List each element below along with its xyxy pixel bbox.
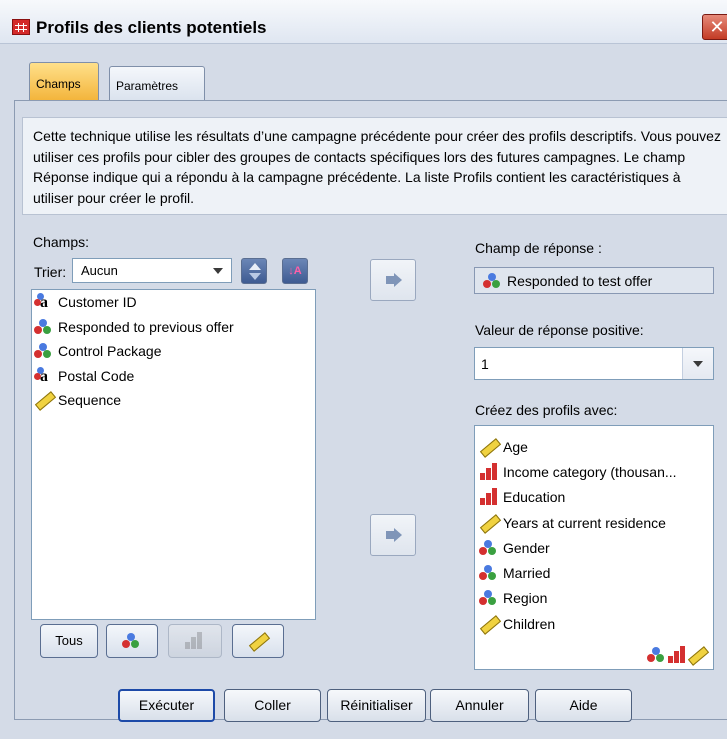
nominal-icon	[34, 342, 54, 360]
scale-icon	[479, 614, 502, 635]
profiles-label: Créez des profils avec:	[475, 402, 618, 418]
nominal-icon	[122, 632, 142, 650]
nominal-string-icon: a	[34, 366, 54, 385]
nominal-icon	[479, 564, 499, 582]
list-item-label: Income category (thousan...	[503, 463, 677, 480]
list-item[interactable]: Education	[475, 485, 713, 510]
reset-button[interactable]: Réinitialiser	[327, 689, 426, 722]
sort-up-icon	[249, 263, 261, 270]
positive-value-label: Valeur de réponse positive:	[475, 322, 644, 338]
ordinal-icon	[184, 632, 204, 650]
filter-all-button[interactable]: Tous	[40, 624, 98, 658]
profiles-list[interactable]: Age Income category (thousan... Educatio…	[474, 425, 714, 670]
list-item[interactable]: Gender	[475, 535, 713, 560]
scale-icon	[248, 632, 271, 652]
list-item-label: Age	[503, 438, 528, 455]
list-item[interactable]: Control Package	[32, 339, 315, 364]
response-field-value: Responded to test offer	[507, 272, 653, 289]
sort-alphabetical-button[interactable]: ↓A	[282, 258, 308, 284]
fields-list[interactable]: a Customer ID Responded to previous offe…	[31, 289, 316, 620]
list-item-label: Region	[503, 590, 548, 607]
response-field[interactable]: Responded to test offer	[474, 267, 714, 294]
list-item-label: Control Package	[58, 343, 162, 360]
nominal-icon	[647, 646, 667, 664]
sort-select[interactable]: Aucun	[72, 258, 232, 283]
scale-icon	[479, 513, 502, 534]
list-item-label: Responded to previous offer	[58, 318, 234, 335]
list-item[interactable]: a Postal Code	[32, 364, 315, 389]
list-item-label: Postal Code	[58, 367, 135, 384]
list-item[interactable]: Married	[475, 560, 713, 585]
list-item-label: Children	[503, 615, 556, 632]
list-item-label: Years at current residence	[503, 514, 666, 531]
scale-icon	[687, 646, 710, 666]
positive-value-text: 1	[481, 356, 489, 372]
spreadsheet-icon	[12, 19, 30, 35]
window-title: Profils des clients potentiels	[36, 18, 267, 37]
ordinal-icon	[667, 646, 687, 664]
filter-nominal-button[interactable]	[106, 624, 158, 658]
sort-select-value: Aucun	[81, 263, 118, 278]
help-button[interactable]: Aide	[535, 689, 632, 722]
measure-legend	[647, 646, 710, 666]
sort-label: Trier:	[34, 264, 67, 280]
ordinal-icon	[479, 462, 499, 481]
list-item-label: Customer ID	[58, 294, 137, 311]
list-item[interactable]: a Customer ID	[32, 290, 315, 315]
nominal-icon	[479, 539, 499, 557]
tab-parametres[interactable]: Paramètres	[109, 66, 205, 100]
list-item[interactable]: Responded to previous offer	[32, 315, 315, 340]
ordinal-icon	[479, 488, 499, 506]
nominal-string-icon: a	[34, 293, 54, 311]
tab-champs[interactable]: Champs	[29, 62, 99, 100]
list-item[interactable]: Age	[475, 434, 713, 459]
description-text: Cette technique utilise les résultats d’…	[22, 117, 727, 215]
chevron-down-icon[interactable]	[682, 348, 713, 379]
move-to-profiles-button[interactable]	[370, 514, 416, 556]
filter-ordinal-button[interactable]	[168, 624, 222, 658]
response-field-label: Champ de réponse :	[475, 240, 602, 256]
filter-scale-button[interactable]	[232, 624, 284, 658]
paste-button[interactable]: Coller	[224, 689, 321, 722]
nominal-icon	[479, 589, 499, 607]
cancel-button[interactable]: Annuler	[430, 689, 529, 722]
list-item-label: Married	[503, 565, 551, 582]
list-item-label: Sequence	[58, 392, 122, 409]
move-to-response-button[interactable]	[370, 259, 416, 301]
list-item-label: Gender	[503, 539, 550, 556]
list-item[interactable]: Region	[475, 586, 713, 611]
sort-down-icon	[249, 273, 261, 280]
positive-value-select[interactable]: 1	[474, 347, 714, 380]
list-item-label: Education	[503, 489, 566, 506]
fields-label: Champs:	[33, 234, 90, 250]
close-button[interactable]: ✕	[702, 14, 727, 40]
scale-icon	[34, 391, 57, 412]
chevron-down-icon	[213, 268, 223, 274]
list-item[interactable]: Sequence	[32, 388, 315, 413]
list-item[interactable]: Income category (thousan...	[475, 459, 713, 484]
nominal-icon	[34, 318, 54, 336]
run-button[interactable]: Exécuter	[118, 689, 215, 722]
list-item[interactable]: Children	[475, 611, 713, 636]
nominal-icon	[483, 272, 503, 290]
sort-order-button[interactable]	[241, 258, 267, 284]
list-item[interactable]: Years at current residence	[475, 510, 713, 535]
scale-icon	[479, 437, 502, 458]
